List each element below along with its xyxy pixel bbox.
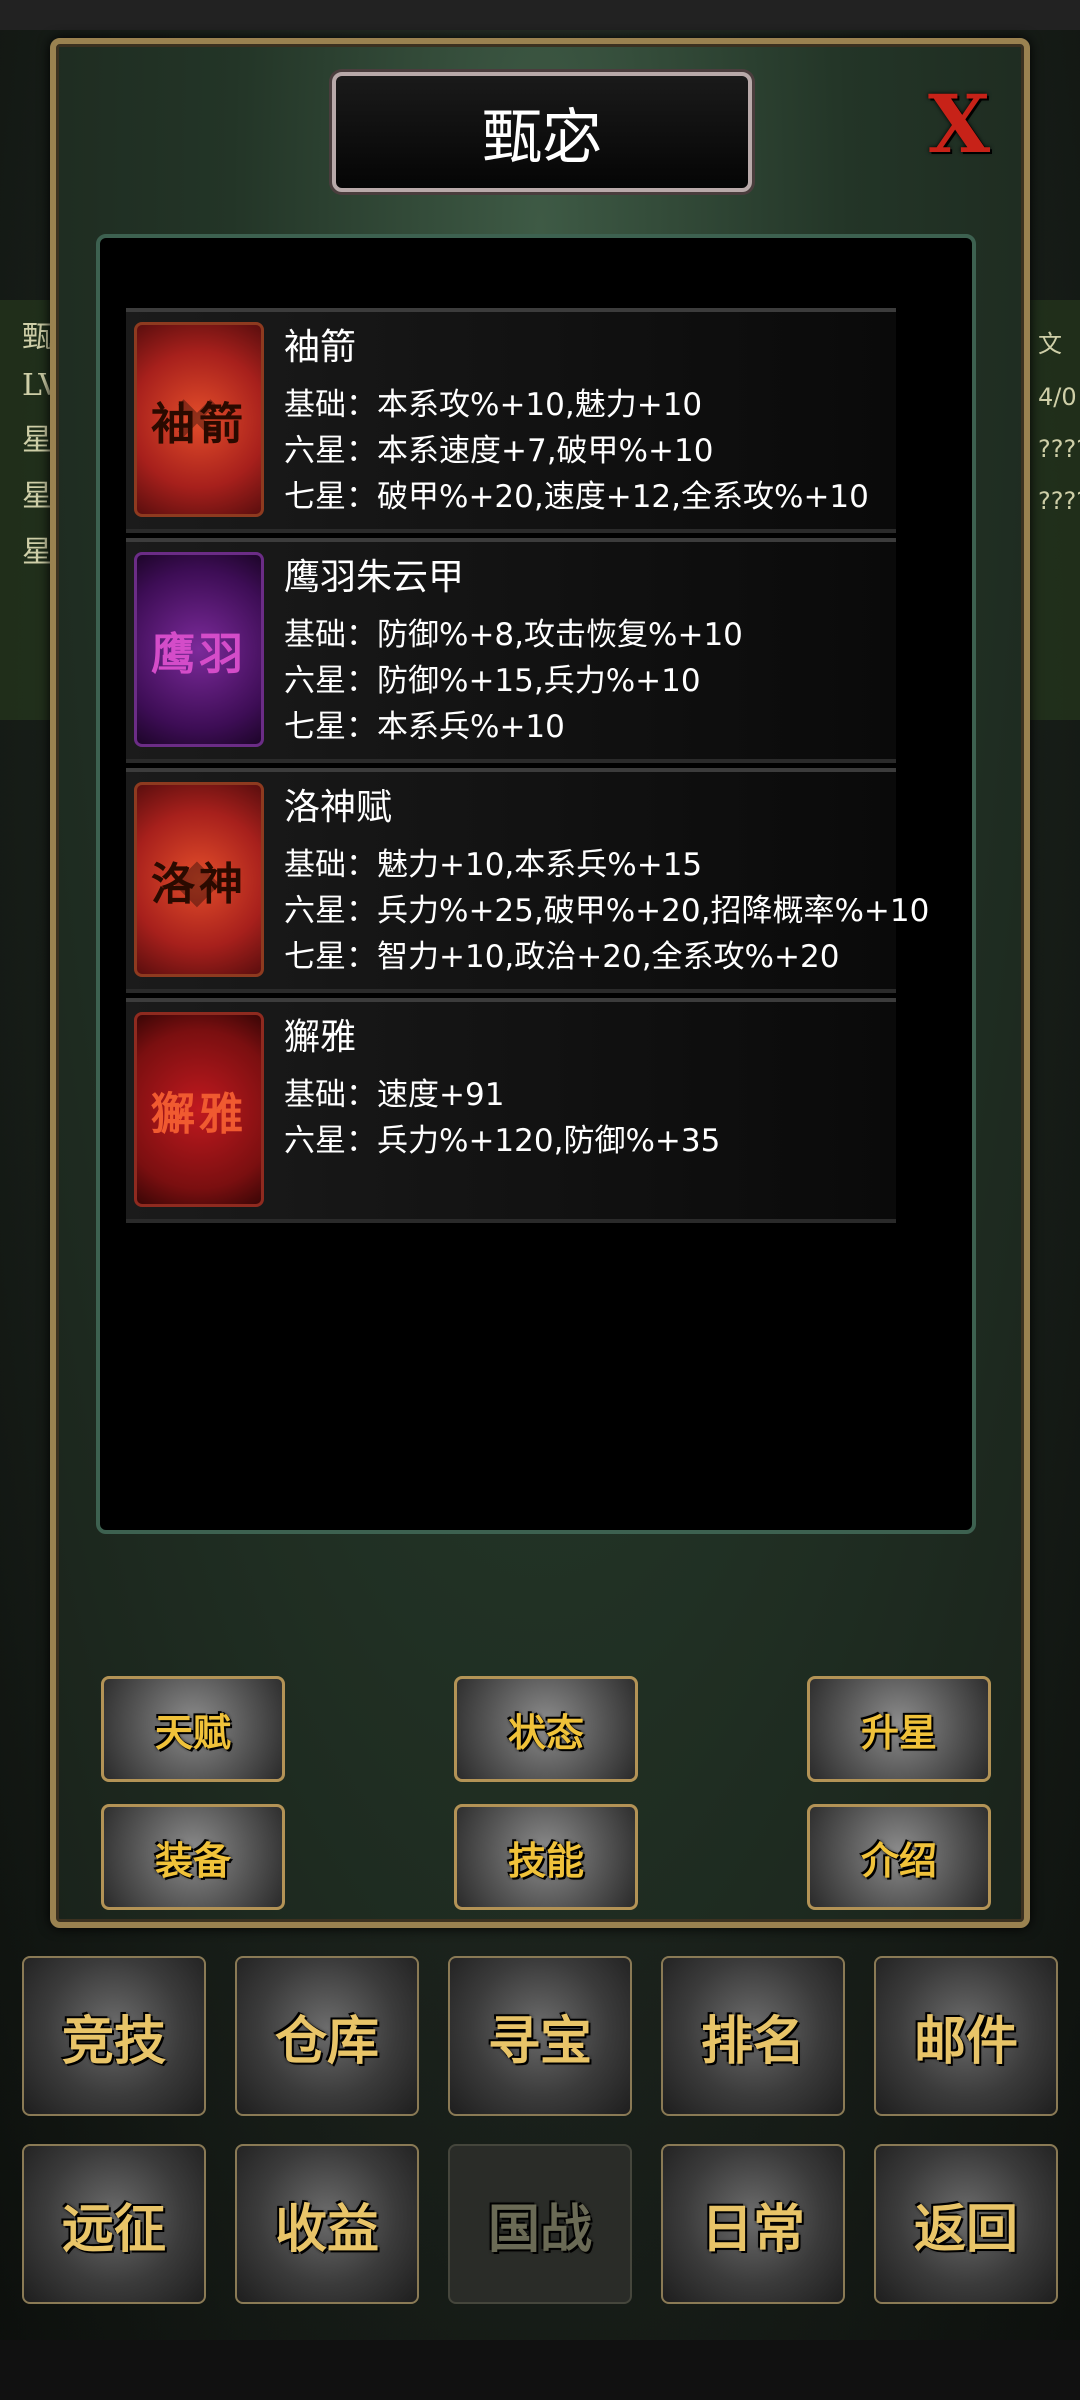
- equipment-name: 洛神赋: [284, 787, 393, 828]
- bottom-nav-row-2: 远征 收益 国战 日常 返回: [22, 2144, 1058, 2304]
- bg-text: ????: [1038, 435, 1080, 463]
- equipment-list: ✕ 袖箭 袖箭 基础：本系攻%+10,魅力+10 六星：本系速度+7,破甲%+1…: [126, 308, 929, 1228]
- icon-label: 獬雅: [151, 1088, 247, 1140]
- close-button[interactable]: X: [924, 77, 994, 171]
- icon-label: 袖箭: [151, 398, 247, 450]
- sleeve-arrow-icon: ✕ 袖箭: [134, 322, 264, 517]
- nav-ranking-button[interactable]: 排名: [661, 1956, 845, 2116]
- horse-mount-icon: 獬雅: [134, 1012, 264, 1207]
- dialog-button-grid: 天赋 状态 升星 装备 技能 介绍: [101, 1676, 991, 1932]
- stat-line-base: 基础：防御%+8,攻击恢复%+10: [284, 617, 743, 653]
- intro-button[interactable]: 介绍: [807, 1804, 991, 1910]
- equipment-button[interactable]: 装备: [101, 1804, 285, 1910]
- stat-line-six-star: 六星：本系速度+7,破甲%+10: [284, 433, 714, 469]
- background-left-panel: 甄 LV 星 星 星: [0, 300, 60, 720]
- icon-label: 洛神: [151, 858, 247, 910]
- stat-line-seven-star: 七星：破甲%+20,速度+12,全系攻%+10: [284, 479, 869, 515]
- equipment-info: 獬雅 基础：速度+91 六星：兵力%+120,防御%+35: [284, 1012, 720, 1219]
- bg-text: 4/0: [1038, 383, 1077, 411]
- bg-text: ????: [1038, 487, 1080, 515]
- nav-back-button[interactable]: 返回: [874, 2144, 1058, 2304]
- nav-mail-button[interactable]: 邮件: [874, 1956, 1058, 2116]
- stat-line-base: 基础：魅力+10,本系兵%+15: [284, 847, 703, 883]
- bottom-nav-row-1: 竞技 仓库 寻宝 排名 邮件: [22, 1956, 1058, 2116]
- star-up-button[interactable]: 升星: [807, 1676, 991, 1782]
- nav-treasure-button[interactable]: 寻宝: [448, 1956, 632, 2116]
- stat-line-seven-star: 七星：本系兵%+10: [284, 709, 565, 745]
- equipment-item[interactable]: ◆ 洛神 洛神赋 基础：魅力+10,本系兵%+15 六星：兵力%+25,破甲%+…: [126, 768, 929, 993]
- luoshen-scroll-icon: ◆ 洛神: [134, 782, 264, 977]
- stat-line-seven-star: 七星：智力+10,政治+20,全系攻%+20: [284, 939, 840, 975]
- stat-line-six-star: 六星：兵力%+120,防御%+35: [284, 1123, 721, 1159]
- equipment-item[interactable]: 鹰羽 鹰羽朱云甲 基础：防御%+8,攻击恢复%+10 六星：防御%+15,兵力%…: [126, 538, 896, 763]
- background-right-panel: 文 4/0 ???? ????: [1030, 300, 1080, 720]
- stat-line-base: 基础：速度+91: [284, 1077, 505, 1113]
- equipment-name: 獬雅: [284, 1017, 357, 1058]
- equipment-item[interactable]: ✕ 袖箭 袖箭 基础：本系攻%+10,魅力+10 六星：本系速度+7,破甲%+1…: [126, 308, 896, 533]
- equipment-info: 洛神赋 基础：魅力+10,本系兵%+15 六星：兵力%+25,破甲%+20,招降…: [284, 782, 929, 989]
- status-button[interactable]: 状态: [454, 1676, 638, 1782]
- title-plate: 甄宓: [332, 72, 752, 192]
- bg-text: 文: [1038, 330, 1062, 358]
- nav-arena-button[interactable]: 竞技: [22, 1956, 206, 2116]
- dialog-title: 甄宓: [482, 102, 602, 173]
- equipment-panel: ✕ 袖箭 袖箭 基础：本系攻%+10,魅力+10 六星：本系速度+7,破甲%+1…: [96, 234, 976, 1534]
- equipment-info: 袖箭 基础：本系攻%+10,魅力+10 六星：本系速度+7,破甲%+10 七星：…: [284, 322, 869, 529]
- eagle-feather-armor-icon: 鹰羽: [134, 552, 264, 747]
- equipment-info: 鹰羽朱云甲 基础：防御%+8,攻击恢复%+10 六星：防御%+15,兵力%+10…: [284, 552, 743, 759]
- nav-daily-button[interactable]: 日常: [661, 2144, 845, 2304]
- stat-line-base: 基础：本系攻%+10,魅力+10: [284, 387, 703, 423]
- stat-line-six-star: 六星：防御%+15,兵力%+10: [284, 663, 701, 699]
- nav-income-button[interactable]: 收益: [235, 2144, 419, 2304]
- icon-label: 鹰羽: [151, 628, 247, 680]
- stat-line-six-star: 六星：兵力%+25,破甲%+20,招降概率%+10: [284, 893, 930, 929]
- nav-nation-war-button[interactable]: 国战: [448, 2144, 632, 2304]
- equipment-name: 鹰羽朱云甲: [284, 557, 465, 598]
- talent-button[interactable]: 天赋: [101, 1676, 285, 1782]
- top-strip: [0, 0, 1080, 30]
- nav-expedition-button[interactable]: 远征: [22, 2144, 206, 2304]
- equipment-item[interactable]: 獬雅 獬雅 基础：速度+91 六星：兵力%+120,防御%+35: [126, 998, 896, 1223]
- equipment-name: 袖箭: [284, 327, 357, 368]
- skill-button[interactable]: 技能: [454, 1804, 638, 1910]
- nav-warehouse-button[interactable]: 仓库: [235, 1956, 419, 2116]
- general-detail-dialog: 甄宓 X ✕ 袖箭 袖箭 基础：本系攻%+10,魅力+10 六星：本系速度+7,…: [50, 38, 1030, 1928]
- bottom-strip: [0, 2340, 1080, 2400]
